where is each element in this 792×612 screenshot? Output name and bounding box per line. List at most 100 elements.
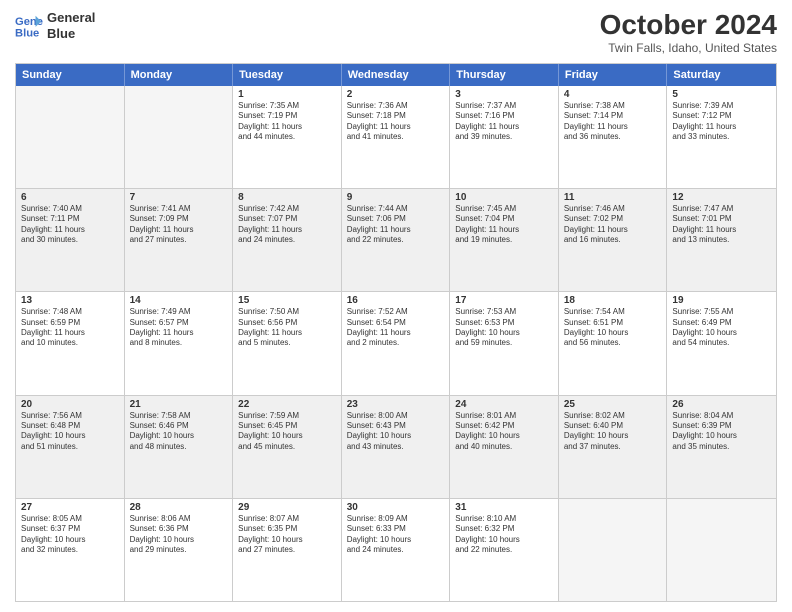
cell-info: Sunrise: 8:01 AM Sunset: 6:42 PM Dayligh… [455, 411, 553, 453]
day-number: 3 [455, 89, 553, 100]
calendar-header: SundayMondayTuesdayWednesdayThursdayFrid… [16, 64, 776, 86]
cell-info: Sunrise: 7:52 AM Sunset: 6:54 PM Dayligh… [347, 307, 445, 349]
calendar-cell: 20Sunrise: 7:56 AM Sunset: 6:48 PM Dayli… [16, 396, 125, 498]
cell-info: Sunrise: 7:49 AM Sunset: 6:57 PM Dayligh… [130, 307, 228, 349]
day-number: 29 [238, 502, 336, 513]
calendar-cell: 2Sunrise: 7:36 AM Sunset: 7:18 PM Daylig… [342, 86, 451, 188]
day-number: 11 [564, 192, 662, 203]
cell-info: Sunrise: 8:10 AM Sunset: 6:32 PM Dayligh… [455, 514, 553, 556]
calendar-cell [16, 86, 125, 188]
day-number: 26 [672, 399, 771, 410]
cell-info: Sunrise: 7:41 AM Sunset: 7:09 PM Dayligh… [130, 204, 228, 246]
cell-info: Sunrise: 7:53 AM Sunset: 6:53 PM Dayligh… [455, 307, 553, 349]
day-number: 21 [130, 399, 228, 410]
calendar-header-cell: Friday [559, 64, 668, 86]
day-number: 6 [21, 192, 119, 203]
calendar-cell [667, 499, 776, 601]
cell-info: Sunrise: 8:04 AM Sunset: 6:39 PM Dayligh… [672, 411, 771, 453]
calendar-cell: 22Sunrise: 7:59 AM Sunset: 6:45 PM Dayli… [233, 396, 342, 498]
calendar-cell: 3Sunrise: 7:37 AM Sunset: 7:16 PM Daylig… [450, 86, 559, 188]
calendar-cell [125, 86, 234, 188]
calendar-week: 6Sunrise: 7:40 AM Sunset: 7:11 PM Daylig… [16, 189, 776, 292]
cell-info: Sunrise: 7:42 AM Sunset: 7:07 PM Dayligh… [238, 204, 336, 246]
header: General Blue General Blue October 2024 T… [15, 10, 777, 55]
cell-info: Sunrise: 7:58 AM Sunset: 6:46 PM Dayligh… [130, 411, 228, 453]
cell-info: Sunrise: 7:54 AM Sunset: 6:51 PM Dayligh… [564, 307, 662, 349]
day-number: 16 [347, 295, 445, 306]
cell-info: Sunrise: 7:36 AM Sunset: 7:18 PM Dayligh… [347, 101, 445, 143]
calendar-week: 13Sunrise: 7:48 AM Sunset: 6:59 PM Dayli… [16, 292, 776, 395]
day-number: 13 [21, 295, 119, 306]
calendar-cell: 4Sunrise: 7:38 AM Sunset: 7:14 PM Daylig… [559, 86, 668, 188]
day-number: 23 [347, 399, 445, 410]
calendar-header-cell: Monday [125, 64, 234, 86]
day-number: 18 [564, 295, 662, 306]
logo-line1: General [47, 10, 95, 26]
day-number: 8 [238, 192, 336, 203]
day-number: 9 [347, 192, 445, 203]
calendar-cell: 12Sunrise: 7:47 AM Sunset: 7:01 PM Dayli… [667, 189, 776, 291]
page: General Blue General Blue October 2024 T… [0, 0, 792, 612]
calendar-cell: 27Sunrise: 8:05 AM Sunset: 6:37 PM Dayli… [16, 499, 125, 601]
header-right: October 2024 Twin Falls, Idaho, United S… [600, 10, 777, 55]
cell-info: Sunrise: 7:48 AM Sunset: 6:59 PM Dayligh… [21, 307, 119, 349]
calendar: SundayMondayTuesdayWednesdayThursdayFrid… [15, 63, 777, 602]
calendar-cell: 18Sunrise: 7:54 AM Sunset: 6:51 PM Dayli… [559, 292, 668, 394]
day-number: 14 [130, 295, 228, 306]
day-number: 25 [564, 399, 662, 410]
day-number: 27 [21, 502, 119, 513]
calendar-cell: 23Sunrise: 8:00 AM Sunset: 6:43 PM Dayli… [342, 396, 451, 498]
cell-info: Sunrise: 7:35 AM Sunset: 7:19 PM Dayligh… [238, 101, 336, 143]
cell-info: Sunrise: 7:47 AM Sunset: 7:01 PM Dayligh… [672, 204, 771, 246]
cell-info: Sunrise: 7:37 AM Sunset: 7:16 PM Dayligh… [455, 101, 553, 143]
cell-info: Sunrise: 7:50 AM Sunset: 6:56 PM Dayligh… [238, 307, 336, 349]
cell-info: Sunrise: 8:09 AM Sunset: 6:33 PM Dayligh… [347, 514, 445, 556]
calendar-header-cell: Saturday [667, 64, 776, 86]
calendar-cell: 9Sunrise: 7:44 AM Sunset: 7:06 PM Daylig… [342, 189, 451, 291]
calendar-header-cell: Sunday [16, 64, 125, 86]
cell-info: Sunrise: 7:56 AM Sunset: 6:48 PM Dayligh… [21, 411, 119, 453]
calendar-cell: 19Sunrise: 7:55 AM Sunset: 6:49 PM Dayli… [667, 292, 776, 394]
calendar-week: 1Sunrise: 7:35 AM Sunset: 7:19 PM Daylig… [16, 86, 776, 189]
cell-info: Sunrise: 8:00 AM Sunset: 6:43 PM Dayligh… [347, 411, 445, 453]
day-number: 20 [21, 399, 119, 410]
cell-info: Sunrise: 7:44 AM Sunset: 7:06 PM Dayligh… [347, 204, 445, 246]
calendar-header-cell: Tuesday [233, 64, 342, 86]
cell-info: Sunrise: 7:46 AM Sunset: 7:02 PM Dayligh… [564, 204, 662, 246]
calendar-cell: 25Sunrise: 8:02 AM Sunset: 6:40 PM Dayli… [559, 396, 668, 498]
calendar-cell: 1Sunrise: 7:35 AM Sunset: 7:19 PM Daylig… [233, 86, 342, 188]
calendar-cell: 14Sunrise: 7:49 AM Sunset: 6:57 PM Dayli… [125, 292, 234, 394]
cell-info: Sunrise: 8:05 AM Sunset: 6:37 PM Dayligh… [21, 514, 119, 556]
day-number: 17 [455, 295, 553, 306]
logo-icon: General Blue [15, 12, 43, 40]
calendar-cell: 10Sunrise: 7:45 AM Sunset: 7:04 PM Dayli… [450, 189, 559, 291]
calendar-week: 20Sunrise: 7:56 AM Sunset: 6:48 PM Dayli… [16, 396, 776, 499]
calendar-header-cell: Thursday [450, 64, 559, 86]
calendar-cell: 30Sunrise: 8:09 AM Sunset: 6:33 PM Dayli… [342, 499, 451, 601]
calendar-cell: 31Sunrise: 8:10 AM Sunset: 6:32 PM Dayli… [450, 499, 559, 601]
calendar-body: 1Sunrise: 7:35 AM Sunset: 7:19 PM Daylig… [16, 86, 776, 601]
calendar-cell: 21Sunrise: 7:58 AM Sunset: 6:46 PM Dayli… [125, 396, 234, 498]
logo: General Blue General Blue [15, 10, 95, 41]
cell-info: Sunrise: 7:40 AM Sunset: 7:11 PM Dayligh… [21, 204, 119, 246]
logo-text: General Blue [47, 10, 95, 41]
month-title: October 2024 [600, 10, 777, 41]
cell-info: Sunrise: 8:07 AM Sunset: 6:35 PM Dayligh… [238, 514, 336, 556]
calendar-cell: 28Sunrise: 8:06 AM Sunset: 6:36 PM Dayli… [125, 499, 234, 601]
calendar-cell: 17Sunrise: 7:53 AM Sunset: 6:53 PM Dayli… [450, 292, 559, 394]
day-number: 30 [347, 502, 445, 513]
day-number: 5 [672, 89, 771, 100]
day-number: 7 [130, 192, 228, 203]
day-number: 31 [455, 502, 553, 513]
location: Twin Falls, Idaho, United States [600, 41, 777, 55]
cell-info: Sunrise: 7:45 AM Sunset: 7:04 PM Dayligh… [455, 204, 553, 246]
calendar-cell: 8Sunrise: 7:42 AM Sunset: 7:07 PM Daylig… [233, 189, 342, 291]
cell-info: Sunrise: 7:59 AM Sunset: 6:45 PM Dayligh… [238, 411, 336, 453]
calendar-cell: 13Sunrise: 7:48 AM Sunset: 6:59 PM Dayli… [16, 292, 125, 394]
day-number: 19 [672, 295, 771, 306]
calendar-cell: 24Sunrise: 8:01 AM Sunset: 6:42 PM Dayli… [450, 396, 559, 498]
calendar-cell [559, 499, 668, 601]
day-number: 15 [238, 295, 336, 306]
day-number: 24 [455, 399, 553, 410]
cell-info: Sunrise: 7:39 AM Sunset: 7:12 PM Dayligh… [672, 101, 771, 143]
